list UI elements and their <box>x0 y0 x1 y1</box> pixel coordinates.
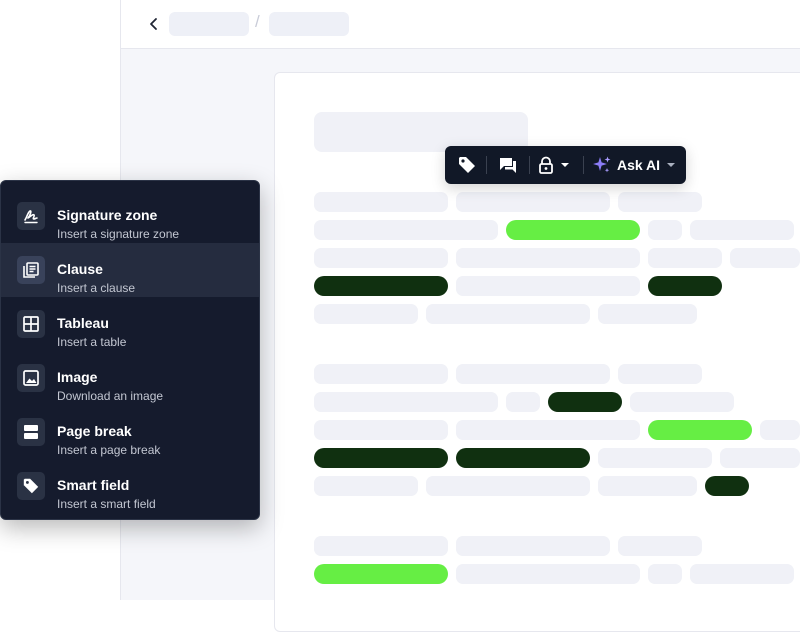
menu-item-title: Page break <box>57 423 132 439</box>
text-placeholder <box>314 536 448 556</box>
text-placeholder <box>648 564 682 584</box>
clause-icon-box <box>17 256 45 284</box>
text-placeholder <box>598 476 697 496</box>
text-placeholder <box>314 476 418 496</box>
text-placeholder <box>456 248 640 268</box>
menu-item-subtitle: Insert a signature zone <box>57 227 180 241</box>
highlight-dark[interactable] <box>314 276 448 296</box>
text-placeholder <box>690 220 794 240</box>
text-placeholder <box>426 476 590 496</box>
lock-dropdown-button[interactable] <box>533 146 575 184</box>
text-placeholder <box>456 276 640 296</box>
menu-item-smart-field[interactable]: Smart field Insert a smart field <box>1 459 259 513</box>
menu-item-tableau[interactable]: Tableau Insert a table <box>1 297 259 351</box>
text-placeholder <box>314 392 498 412</box>
back-button[interactable] <box>143 13 165 35</box>
menu-item-title: Signature zone <box>57 207 158 223</box>
highlight-bright[interactable] <box>506 220 640 240</box>
signature-icon-box <box>17 202 45 230</box>
text-placeholder <box>456 364 610 384</box>
ask-ai-button[interactable]: Ask AI <box>589 146 679 184</box>
text-placeholder <box>314 364 448 384</box>
text-placeholder <box>648 220 682 240</box>
text-placeholder <box>618 192 702 212</box>
breadcrumb-item-2[interactable] <box>269 12 349 36</box>
insert-menu: Signature zone Insert a signature zone C… <box>0 180 260 520</box>
highlight-bright[interactable] <box>314 564 448 584</box>
highlight-bright[interactable] <box>648 420 752 440</box>
menu-item-clause[interactable]: Clause Insert a clause <box>1 243 259 297</box>
menu-item-image[interactable]: Image Download an image <box>1 351 259 405</box>
breadcrumb-separator: / <box>255 12 260 31</box>
menu-item-title: Smart field <box>57 477 130 493</box>
caret-down-icon <box>561 163 569 167</box>
menu-item-subtitle: Insert a table <box>57 335 127 349</box>
image-icon-box <box>17 364 45 392</box>
clause-icon <box>23 262 39 278</box>
menu-item-subtitle: Insert a page break <box>57 443 161 457</box>
formatting-toolbar: Ask AI <box>445 146 686 184</box>
text-placeholder <box>456 192 610 212</box>
menu-item-subtitle: Download an image <box>57 389 164 403</box>
highlight-dark[interactable] <box>314 448 448 468</box>
text-placeholder <box>426 304 590 324</box>
menu-item-signature-zone[interactable]: Signature zone Insert a signature zone <box>1 189 259 243</box>
caret-down-icon <box>667 163 676 167</box>
tag-icon <box>23 478 39 494</box>
text-placeholder <box>506 392 540 412</box>
page-break-icon <box>24 425 38 439</box>
menu-item-subtitle: Insert a smart field <box>57 497 156 511</box>
breadcrumb-item-1[interactable] <box>169 12 249 36</box>
text-placeholder <box>648 248 722 268</box>
text-placeholder <box>314 248 448 268</box>
text-placeholder <box>314 420 448 440</box>
menu-item-title: Image <box>57 369 98 385</box>
highlight-dark[interactable] <box>648 276 722 296</box>
menu-item-title: Clause <box>57 261 103 277</box>
highlight-dark[interactable] <box>705 476 749 496</box>
tag-icon <box>459 157 475 173</box>
text-placeholder <box>598 448 712 468</box>
text-placeholder <box>456 420 640 440</box>
text-placeholder <box>456 564 640 584</box>
text-placeholder <box>730 248 800 268</box>
sparkle-icon <box>592 156 611 173</box>
toolbar-divider <box>486 156 487 174</box>
tag-button[interactable] <box>451 146 483 184</box>
smart-field-icon-box <box>17 472 45 500</box>
table-icon <box>23 316 39 332</box>
highlight-dark[interactable] <box>456 448 590 468</box>
highlight-dark[interactable] <box>548 392 622 412</box>
text-placeholder <box>456 536 610 556</box>
toolbar-divider <box>583 156 584 174</box>
ask-ai-label: Ask AI <box>616 157 661 173</box>
menu-item-page-break[interactable]: Page break Insert a page break <box>1 405 259 459</box>
chevron-left-icon <box>150 18 157 30</box>
text-placeholder <box>314 220 498 240</box>
text-placeholder <box>690 564 794 584</box>
table-icon-box <box>17 310 45 338</box>
text-placeholder <box>598 304 697 324</box>
text-placeholder <box>618 536 702 556</box>
top-bar: / <box>121 0 800 49</box>
text-placeholder <box>314 304 418 324</box>
toolbar-divider <box>529 156 530 174</box>
lock-icon <box>539 156 553 174</box>
text-placeholder <box>314 192 448 212</box>
text-placeholder <box>760 420 800 440</box>
text-placeholder <box>720 448 800 468</box>
comment-icon <box>500 158 516 173</box>
text-placeholder <box>618 364 702 384</box>
image-icon <box>23 370 39 386</box>
text-placeholder <box>630 392 734 412</box>
menu-item-subtitle: Insert a clause <box>57 281 136 295</box>
page-break-icon-box <box>17 418 45 446</box>
menu-item-title: Tableau <box>57 315 109 331</box>
signature-icon <box>24 210 38 224</box>
comment-button[interactable] <box>491 146 525 184</box>
